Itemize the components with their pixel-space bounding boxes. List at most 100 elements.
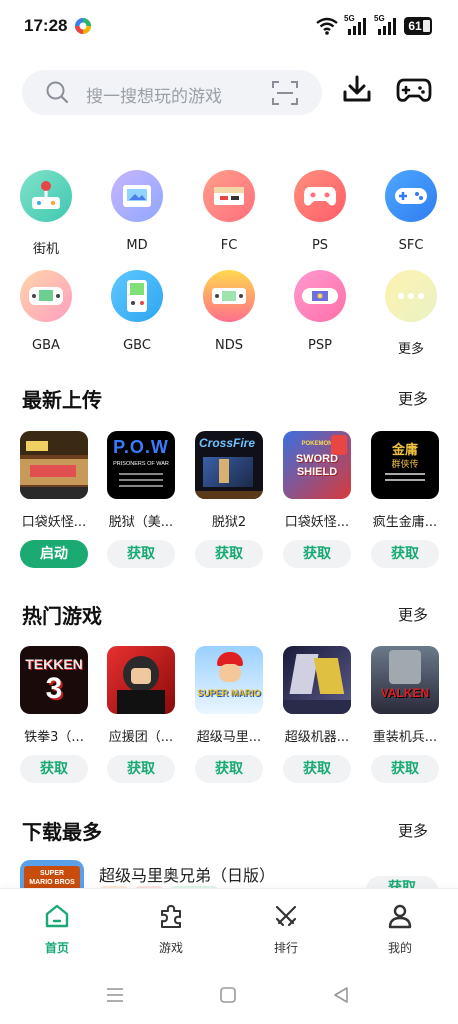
search-icon: [46, 81, 68, 103]
user-icon: [388, 904, 412, 929]
platform-fc[interactable]: FC: [194, 170, 264, 253]
signal-2-icon: 5G: [374, 14, 398, 36]
get-button[interactable]: 获取: [195, 755, 263, 783]
system-navigation-bar: [0, 970, 458, 1024]
platform-more[interactable]: 更多: [376, 270, 446, 357]
platform-label: FC: [220, 238, 238, 253]
game-card[interactable]: 金庸 群侠传 疯生金庸... 获取: [370, 431, 440, 568]
get-button[interactable]: 获取: [371, 540, 439, 568]
game-card[interactable]: CrossFire 脱狱2 获取: [194, 431, 264, 568]
super-mario-64-thumbnail: SUPER MARIO: [195, 646, 263, 714]
game-name: 口袋妖怪...: [284, 515, 350, 530]
most-downloaded-more-link[interactable]: 更多: [398, 820, 428, 841]
more-dots-icon: [385, 270, 437, 322]
platform-label: GBC: [123, 338, 151, 353]
search-input[interactable]: 搜一搜想玩的游戏: [22, 70, 322, 115]
game-card[interactable]: SUPER MARIO 超级马里... 获取: [194, 646, 264, 783]
get-button[interactable]: 获取: [283, 755, 351, 783]
status-time: 17:28: [24, 16, 68, 35]
platform-ps[interactable]: PS: [285, 170, 355, 253]
nav-ranking[interactable]: 排行: [246, 903, 326, 956]
ps-controller-icon: [294, 170, 346, 222]
launch-button[interactable]: 启动: [20, 540, 88, 568]
game-name: 脱狱2: [211, 515, 247, 530]
super-robot-thumbnail: [283, 646, 351, 714]
game-card[interactable]: POKEMON SWORD SHIELD 口袋妖怪... 获取: [282, 431, 352, 568]
nav-label: 排行: [273, 941, 298, 955]
thumb-title: SWORD SHIELD: [295, 453, 339, 478]
platform-psp[interactable]: PSP: [285, 270, 355, 353]
signal-1-icon: 5G: [344, 14, 368, 36]
get-button[interactable]: 获取: [283, 540, 351, 568]
game-name: 超级马里...: [196, 730, 262, 745]
status-bar: 17:28 5G 5G 61: [0, 0, 458, 52]
app-notification-icon: [74, 17, 92, 35]
thumb-subtitle: PRISONERS OF WAR: [113, 461, 169, 467]
valken-thumbnail: VALKEN: [371, 646, 439, 714]
thumb-title: SUPER MARIO: [197, 688, 261, 698]
latest-more-link[interactable]: 更多: [398, 388, 428, 409]
game-card[interactable]: TEKKEN 3 铁拳3（... 获取: [19, 646, 89, 783]
thumb-title: VALKEN: [380, 686, 430, 700]
gbc-handheld-icon: [111, 270, 163, 322]
battery-level: 61: [408, 19, 422, 33]
download-icon[interactable]: [342, 74, 372, 104]
nav-profile[interactable]: 我的: [360, 903, 440, 956]
tekken3-thumbnail: TEKKEN 3: [20, 646, 88, 714]
pokemon-sword-shield-thumbnail: POKEMON SWORD SHIELD: [283, 431, 351, 499]
gamepad-icon[interactable]: [396, 74, 432, 106]
scan-icon[interactable]: [272, 80, 298, 106]
game-card[interactable]: VALKEN 重装机兵... 获取: [370, 646, 440, 783]
wifi-icon: [316, 17, 338, 35]
platform-sfc[interactable]: SFC: [376, 170, 446, 253]
thumb-subtitle: 群侠传: [391, 460, 419, 470]
game-card[interactable]: 超级机器... 获取: [282, 646, 352, 783]
get-button[interactable]: 获取: [107, 540, 175, 568]
nav-home[interactable]: 首页: [17, 903, 97, 956]
platform-nds[interactable]: NDS: [194, 270, 264, 353]
platform-label: GBA: [32, 338, 60, 353]
thumb-subtitle: 3: [45, 672, 63, 705]
platform-label: NDS: [215, 338, 243, 353]
game-name: 超级机器...: [284, 730, 350, 745]
nav-label: 游戏: [158, 941, 183, 955]
platform-label: 街机: [32, 242, 59, 257]
game-card[interactable]: 应援团（... 获取: [106, 646, 176, 783]
battery-indicator: 61: [404, 17, 432, 35]
thumb-title: TEKKEN: [25, 656, 83, 672]
gba-handheld-icon: [20, 270, 72, 322]
nav-games[interactable]: 游戏: [131, 903, 211, 956]
game-name: 应援团（...: [108, 730, 174, 745]
get-button[interactable]: 获取: [371, 755, 439, 783]
get-button[interactable]: 获取: [195, 540, 263, 568]
game-card[interactable]: 口袋妖怪... 启动: [19, 431, 89, 568]
game-name[interactable]: 超级马里奥兄弟（日版）: [99, 862, 275, 886]
sfc-controller-icon: [385, 170, 437, 222]
md-console-icon: [111, 170, 163, 222]
back-icon[interactable]: [332, 986, 350, 1004]
game-name: 重装机兵...: [372, 730, 438, 745]
fc-console-icon: [203, 170, 255, 222]
puzzle-icon: [161, 905, 181, 928]
get-button[interactable]: 获取: [20, 755, 88, 783]
platform-md[interactable]: MD: [102, 170, 172, 253]
thumb-title: P.O.W: [113, 437, 169, 457]
thumb-title: SUPER MARIO BROS: [29, 870, 75, 886]
jinyong-thumbnail: 金庸 群侠传: [371, 431, 439, 499]
menu-icon[interactable]: [105, 986, 125, 1004]
get-button[interactable]: 获取: [107, 755, 175, 783]
platform-arcade[interactable]: 街机: [11, 170, 81, 257]
platform-gbc[interactable]: GBC: [102, 270, 172, 353]
ouendan-thumbnail: [107, 646, 175, 714]
swords-icon: [275, 905, 297, 927]
home-button-icon[interactable]: [219, 986, 237, 1004]
game-name: 铁拳3（...: [24, 730, 84, 745]
thumb-title: 金庸: [391, 443, 418, 458]
game-card[interactable]: P.O.W PRISONERS OF WAR 脱狱（美... 获取: [106, 431, 176, 568]
section-title-hot: 热门游戏: [22, 604, 102, 628]
game-name: 疯生金庸...: [372, 515, 438, 530]
psp-handheld-icon: [294, 270, 346, 322]
hot-more-link[interactable]: 更多: [398, 604, 428, 625]
platform-gba[interactable]: GBA: [11, 270, 81, 353]
nav-label: 我的: [387, 941, 412, 955]
